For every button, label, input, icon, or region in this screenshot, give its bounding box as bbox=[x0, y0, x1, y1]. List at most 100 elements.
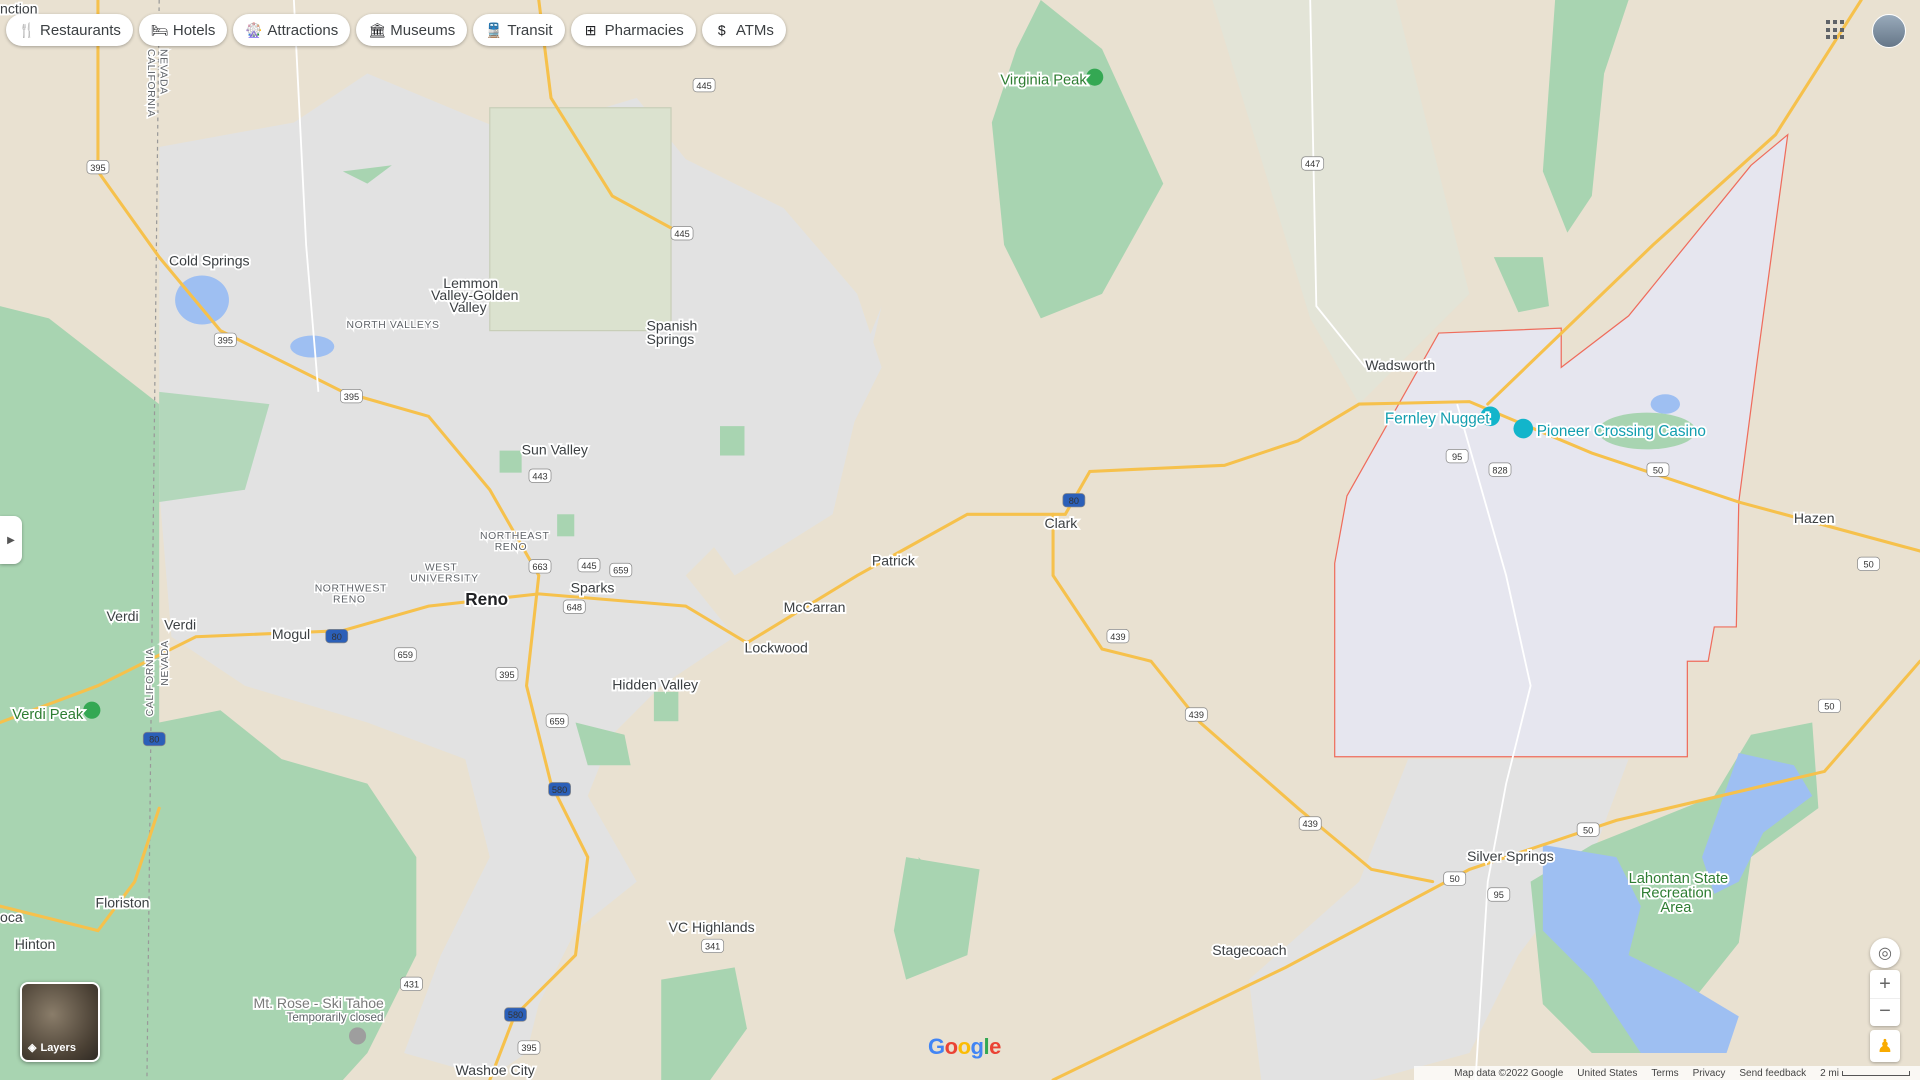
svg-text:580: 580 bbox=[552, 785, 567, 795]
poi-lahontan-3: Area bbox=[1660, 900, 1692, 916]
place-washoe-city: Washoe City bbox=[456, 1062, 536, 1078]
route-shield-95: 95 bbox=[1445, 449, 1469, 464]
route-shield-443: 443 bbox=[528, 468, 552, 483]
route-shield-445: 445 bbox=[692, 78, 716, 93]
svg-text:648: 648 bbox=[567, 602, 582, 612]
svg-text:95: 95 bbox=[1494, 890, 1504, 900]
fork-knife-icon: 🍴 bbox=[18, 21, 36, 38]
chip-label: Pharmacies bbox=[604, 21, 684, 39]
route-shield-395: 395 bbox=[213, 332, 237, 347]
place-northeast-reno-2: RENO bbox=[495, 542, 527, 553]
zoom-controls: + − bbox=[1870, 970, 1900, 1026]
svg-text:439: 439 bbox=[1110, 632, 1125, 642]
street-view-pegman[interactable]: ♟ bbox=[1870, 1030, 1900, 1062]
place-wadsworth: Wadsworth bbox=[1365, 357, 1435, 373]
map-footer: Map data ©2022 Google United States Term… bbox=[1414, 1066, 1920, 1080]
chip-attractions[interactable]: 🎡 Attractions bbox=[233, 14, 351, 46]
bed-icon: 🛏 bbox=[150, 21, 169, 38]
route-shield-80: 80 bbox=[142, 731, 166, 747]
scale-control[interactable]: 2 mi bbox=[1820, 1068, 1910, 1079]
chip-label: Restaurants bbox=[40, 21, 121, 39]
svg-text:447: 447 bbox=[1305, 159, 1320, 169]
svg-text:50: 50 bbox=[1583, 825, 1593, 835]
poi-verdi-peak[interactable]: Verdi Peak bbox=[10, 705, 85, 725]
pharmacy-icon: ⊞ bbox=[584, 21, 597, 38]
my-location-button[interactable]: ◎ bbox=[1870, 938, 1900, 968]
place-northwest-reno-2: RENO bbox=[333, 594, 365, 605]
map-canvas[interactable]: Reno Sparks Sun Valley Cold Springs Lemm… bbox=[0, 0, 1920, 1080]
peak-icon[interactable] bbox=[83, 701, 101, 719]
chip-transit[interactable]: 🚆 Transit bbox=[473, 14, 565, 46]
apps-grid-icon[interactable] bbox=[1826, 20, 1846, 40]
chip-label: Attractions bbox=[267, 21, 339, 39]
place-clark: Clark bbox=[1044, 515, 1078, 531]
svg-text:659: 659 bbox=[549, 716, 564, 726]
region-link[interactable]: United States bbox=[1577, 1068, 1637, 1079]
avatar[interactable] bbox=[1872, 14, 1906, 48]
route-shield-445: 445 bbox=[577, 558, 601, 573]
svg-text:395: 395 bbox=[521, 1043, 536, 1053]
label-california: CALIFORNIA bbox=[145, 648, 156, 716]
atm-icon: $ bbox=[717, 22, 726, 38]
poi-virginia-peak[interactable]: Virginia Peak bbox=[999, 71, 1090, 91]
expand-side-panel-button[interactable]: ▶ bbox=[0, 516, 22, 564]
label-california-top: CALIFORNIA bbox=[145, 49, 156, 117]
svg-text:445: 445 bbox=[581, 561, 596, 571]
chip-label: ATMs bbox=[735, 21, 774, 39]
chip-restaurants[interactable]: 🍴 Restaurants bbox=[6, 14, 133, 46]
place-spanish-springs-2: Springs bbox=[647, 331, 695, 347]
place-northwest-reno: NORTHWEST bbox=[315, 583, 387, 594]
svg-text:445: 445 bbox=[696, 81, 711, 91]
casino-icon[interactable] bbox=[1513, 418, 1534, 439]
route-shield-580: 580 bbox=[504, 1007, 527, 1022]
svg-text:395: 395 bbox=[90, 163, 105, 173]
ski-icon[interactable] bbox=[348, 1027, 367, 1045]
privacy-link[interactable]: Privacy bbox=[1693, 1068, 1726, 1079]
label-nevada: NEVADA bbox=[160, 640, 171, 686]
place-mccarran: McCarran bbox=[784, 599, 846, 615]
layers-icon: ◈ bbox=[28, 1042, 37, 1054]
peak-icon[interactable] bbox=[1086, 68, 1104, 86]
chip-hotels[interactable]: 🛏 Hotels bbox=[138, 14, 228, 46]
terms-link[interactable]: Terms bbox=[1651, 1068, 1678, 1079]
route-shield-50: 50 bbox=[1646, 462, 1670, 477]
place-patrick: Patrick bbox=[872, 553, 916, 569]
route-shield-80: 80 bbox=[325, 629, 349, 644]
poi-lahontan[interactable]: Lahontan State bbox=[1627, 869, 1730, 889]
poi-pioneer-crossing-casino[interactable]: Pioneer Crossing Casino bbox=[1535, 421, 1708, 442]
place-mogul: Mogul bbox=[272, 626, 310, 642]
map-data-attribution: Map data ©2022 Google bbox=[1454, 1067, 1564, 1079]
route-shield-95: 95 bbox=[1487, 887, 1511, 902]
route-shield-50: 50 bbox=[1818, 698, 1841, 714]
chip-pharmacies[interactable]: ⊞ Pharmacies bbox=[570, 14, 696, 46]
layers-button[interactable]: ◈ Layers bbox=[20, 982, 100, 1062]
route-shield-395: 395 bbox=[517, 1040, 541, 1055]
svg-text:439: 439 bbox=[1303, 819, 1318, 829]
svg-text:50: 50 bbox=[1863, 560, 1873, 570]
route-shield-659: 659 bbox=[609, 562, 633, 578]
place-north-valleys: NORTH VALLEYS bbox=[347, 320, 440, 331]
zoom-in-button[interactable]: + bbox=[1879, 970, 1891, 998]
poi-fernley-nugget[interactable]: Fernley Nugget bbox=[1383, 409, 1492, 430]
place-west-university: WEST bbox=[425, 563, 458, 574]
route-shield-580: 580 bbox=[548, 782, 571, 797]
route-shield-341: 341 bbox=[701, 938, 725, 954]
route-shield-50: 50 bbox=[1443, 871, 1467, 886]
svg-text:50: 50 bbox=[1450, 874, 1460, 884]
museum-icon: 🏛 bbox=[368, 21, 387, 38]
poi-lahontan-2: Recreation bbox=[1641, 886, 1712, 902]
send-feedback-link[interactable]: Send feedback bbox=[1739, 1068, 1806, 1079]
chip-label: Hotels bbox=[172, 21, 216, 39]
place-lockwood: Lockwood bbox=[744, 640, 807, 656]
route-shield-439: 439 bbox=[1298, 816, 1322, 831]
chip-museums[interactable]: 🏛 Museums bbox=[356, 14, 468, 46]
svg-text:80: 80 bbox=[332, 632, 342, 642]
poi-mt-rose[interactable]: Mt. Rose - Ski Tahoe bbox=[252, 993, 386, 1013]
svg-text:50: 50 bbox=[1824, 702, 1834, 712]
zoom-out-button[interactable]: − bbox=[1870, 998, 1900, 1026]
place-stagecoach: Stagecoach bbox=[1212, 942, 1286, 958]
route-shield-395: 395 bbox=[340, 389, 363, 404]
chip-atms[interactable]: $ ATMs bbox=[701, 14, 786, 46]
route-shield-648: 648 bbox=[562, 599, 586, 614]
scale-bar bbox=[1842, 1070, 1910, 1076]
